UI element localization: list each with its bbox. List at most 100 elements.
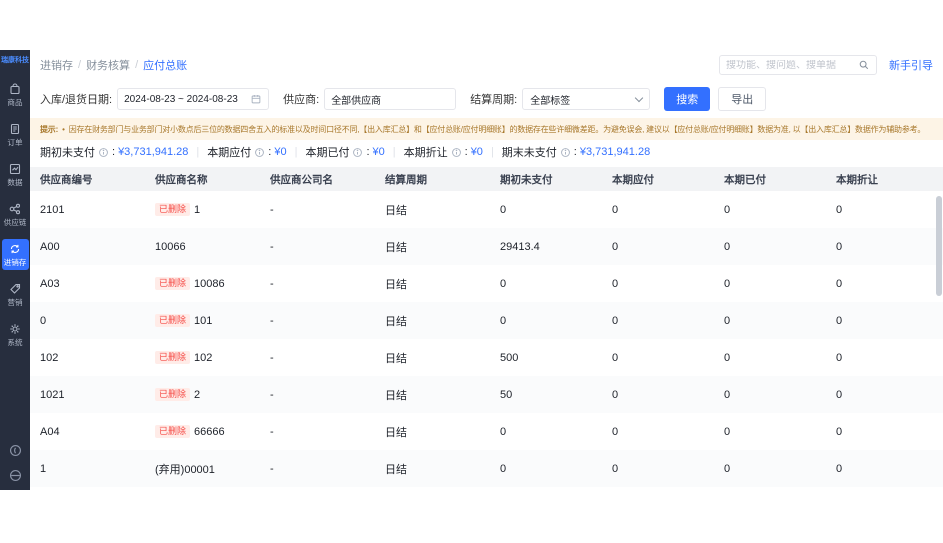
cell-supplier-code: 102 — [40, 351, 59, 364]
breadcrumb: 进销存 / 财务核算 / 应付总账 — [40, 57, 187, 73]
app-window: 瑞康科技 商品 订单 数据 供应链 进销存 营销 系统 进销存 / 财务核算 /… — [0, 50, 943, 490]
info-icon[interactable] — [98, 147, 109, 158]
cell-payable: 0 — [612, 203, 619, 216]
table-row: 1021 已删除 2 - 日结 50 0 0 0 — [30, 376, 943, 413]
cell-supplier-name: 10066 — [155, 241, 270, 253]
deleted-badge: 已删除 — [155, 276, 191, 291]
cell-supplier-code: A03 — [40, 277, 60, 290]
period-select[interactable]: 全部标签 — [522, 88, 651, 110]
sidebar: 瑞康科技 商品 订单 数据 供应链 进销存 营销 系统 — [0, 50, 30, 490]
info-icon[interactable] — [451, 147, 462, 158]
cell-period: 日结 — [385, 204, 407, 217]
col-header: 本期应付 — [612, 173, 654, 186]
breadcrumb-item[interactable]: 进销存 — [40, 57, 73, 73]
cell-opening-unpaid: 0 — [500, 314, 507, 327]
cell-payable: 0 — [612, 351, 619, 364]
sidebar-item-system[interactable]: 系统 — [2, 319, 29, 350]
summary-value: ¥3,731,941.28 — [579, 146, 651, 158]
supplier-name-text: 101 — [194, 314, 213, 327]
cell-discount: 0 — [836, 203, 843, 216]
table-row: 0 已删除 101 - 日结 0 0 0 0 — [30, 302, 943, 339]
date-range-input[interactable]: 2024-08-23 ~ 2024-08-23 — [117, 88, 270, 110]
cell-payable: 0 — [612, 462, 619, 475]
table-row: 2101 已删除 1 - 日结 0 0 0 0 — [30, 191, 943, 228]
cell-paid: 0 — [724, 314, 731, 327]
cell-paid: 0 — [724, 425, 731, 438]
cell-supplier-name: (弃用)00001 — [155, 461, 270, 477]
export-button[interactable]: 导出 — [718, 87, 767, 111]
sidebar-item-label: 供应链 — [3, 217, 27, 227]
summary-separator: | — [294, 146, 298, 158]
table-row: A03 已删除 10086 - 日结 0 0 0 0 — [30, 265, 943, 302]
period-select-value: 全部标签 — [530, 95, 571, 107]
screen: 瑞康科技 商品 订单 数据 供应链 进销存 营销 系统 进销存 / 财务核算 /… — [0, 0, 943, 543]
summary-value: ¥0 — [372, 146, 385, 158]
summary-separator: | — [392, 146, 396, 158]
cell-opening-unpaid: 0 — [500, 203, 507, 216]
sidebar-item-marketing[interactable]: 营销 — [2, 279, 29, 310]
deleted-badge: 已删除 — [155, 424, 191, 439]
supplier-name-text: 2 — [194, 388, 201, 401]
search-button[interactable]: 搜索 — [664, 87, 711, 111]
goods-icon — [8, 82, 22, 96]
sidebar-item-orders[interactable]: 订单 — [2, 119, 29, 150]
cell-payable: 0 — [612, 277, 619, 290]
search-icon[interactable] — [858, 59, 870, 71]
breadcrumb-item[interactable]: 财务核算 — [86, 57, 130, 73]
summary-current-discount: 本期折让 : ¥0 — [404, 144, 483, 160]
scrollbar-thumb[interactable] — [936, 196, 942, 296]
sidebar-item-data[interactable]: 数据 — [2, 159, 29, 190]
cell-company: - — [270, 388, 274, 401]
cell-supplier-name: 已删除 1 — [155, 202, 270, 217]
supplier-name-text: (弃用)00001 — [155, 463, 215, 476]
date-filter-group: 入库/退货日期: 2024-08-23 ~ 2024-08-23 — [40, 88, 270, 110]
cell-period: 日结 — [385, 389, 407, 402]
beginner-guide-link[interactable]: 新手引导 — [889, 57, 933, 73]
deleted-badge: 已删除 — [155, 202, 191, 217]
col-header: 期初未支付 — [500, 173, 553, 186]
scrollbar-track[interactable] — [936, 193, 942, 490]
col-header: 结算周期 — [385, 173, 427, 186]
breadcrumb-separator: / — [135, 59, 139, 71]
cell-paid: 0 — [724, 203, 731, 216]
sidebar-item-supply-chain[interactable]: 供应链 — [2, 199, 29, 230]
supplier-name-text: 10086 — [194, 277, 225, 290]
cell-payable: 0 — [612, 425, 619, 438]
supplier-filter-label: 供应商: — [283, 94, 320, 106]
supplier-name-text: 1 — [194, 203, 201, 216]
info-icon[interactable] — [560, 147, 571, 158]
help-circle-icon[interactable] — [8, 443, 23, 463]
cell-supplier-code: A04 — [40, 425, 60, 438]
global-search-input[interactable] — [726, 59, 854, 71]
summary-label: 本期已付 — [305, 147, 350, 159]
cell-discount: 0 — [836, 240, 843, 253]
cell-period: 日结 — [385, 278, 407, 291]
notice-bullet: • — [62, 124, 65, 134]
supply-chain-icon — [8, 202, 22, 216]
table-row: A00 10066 - 日结 29413.4 0 0 0 — [30, 228, 943, 265]
cell-supplier-code: 1021 — [40, 388, 65, 401]
cell-payable: 0 — [612, 240, 619, 253]
cell-company: - — [270, 203, 274, 216]
sidebar-item-goods[interactable]: 商品 — [2, 79, 29, 110]
info-icon[interactable] — [352, 147, 363, 158]
summary-label: 期初未支付 — [40, 147, 95, 159]
cell-opening-unpaid: 29413.4 — [500, 240, 540, 253]
cell-opening-unpaid: 50 — [500, 388, 513, 401]
cell-payable: 0 — [612, 314, 619, 327]
summary-ending-unpaid: 期末未支付 : ¥3,731,941.28 — [502, 144, 650, 160]
summary-colon: : — [464, 146, 468, 158]
summary-separator: | — [490, 146, 494, 158]
info-icon[interactable] — [254, 147, 265, 158]
summary-label: 期末未支付 — [501, 147, 557, 159]
sidebar-item-inventory[interactable]: 进销存 — [1, 238, 29, 270]
deleted-badge: 已删除 — [155, 350, 191, 365]
summary-colon: : — [268, 146, 272, 158]
cell-company: - — [270, 314, 274, 327]
summary-label: 本期折让 — [403, 147, 448, 159]
cell-supplier-name: 已删除 10086 — [155, 276, 270, 291]
supplier-input[interactable] — [324, 88, 457, 110]
cell-supplier-code: 2101 — [40, 203, 65, 216]
support-icon[interactable] — [8, 468, 23, 488]
tag-icon — [8, 282, 22, 296]
